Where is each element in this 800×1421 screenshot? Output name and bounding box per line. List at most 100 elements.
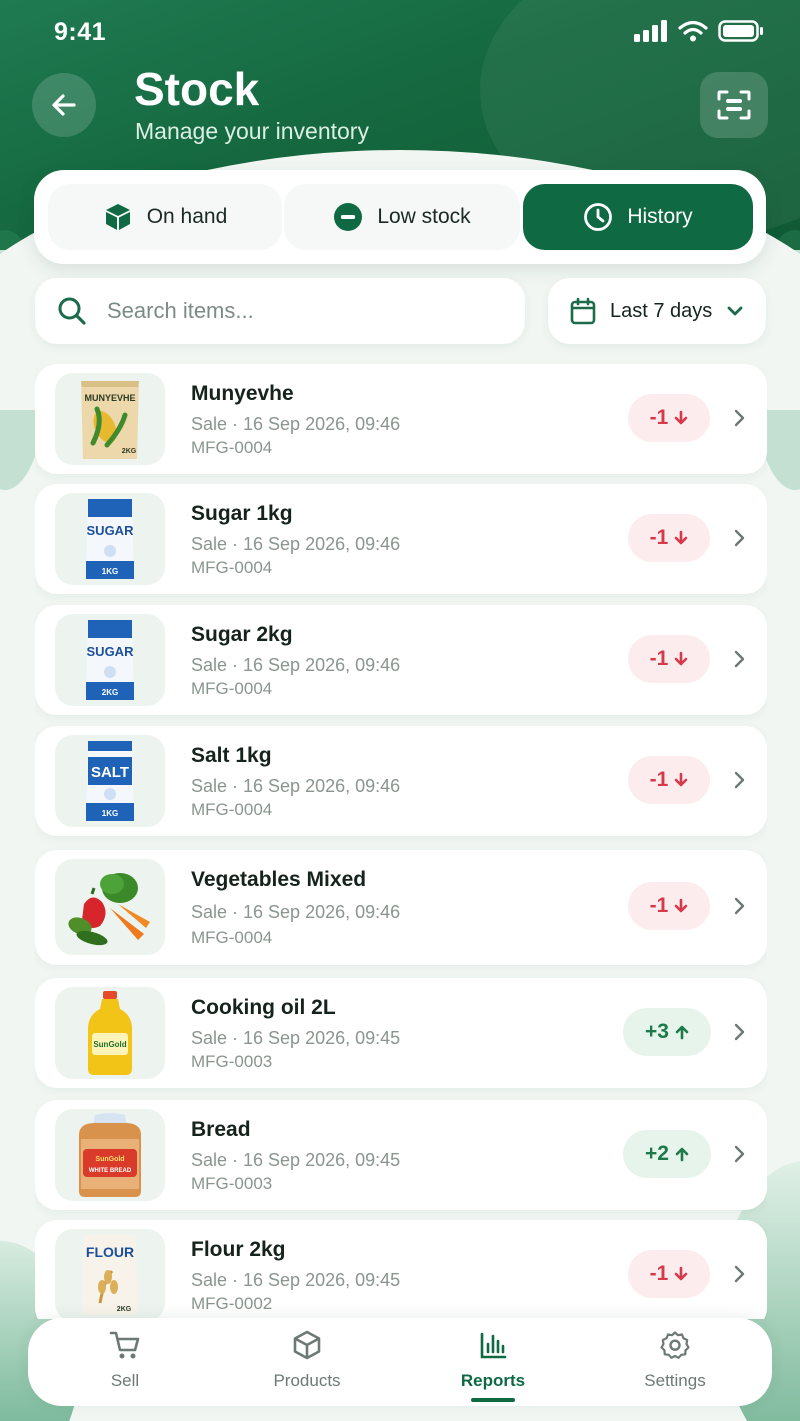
nav-products[interactable]: Products [232, 1330, 382, 1391]
tab-history[interactable]: History [523, 184, 753, 250]
list-item[interactable]: Vegetables Mixed Sale · 16 Sep 2026, 09:… [35, 850, 767, 965]
cart-icon [109, 1331, 140, 1359]
nav-label: Settings [644, 1371, 706, 1390]
search-input[interactable] [107, 292, 507, 330]
scan-button[interactable] [700, 72, 768, 138]
chevron-right-icon [734, 1265, 745, 1283]
item-meta: Sale · 16 Sep 2026, 09:46 [191, 902, 401, 922]
date-range-filter[interactable]: Last 7 days [548, 278, 766, 344]
quantity-change-badge: -1 [628, 514, 710, 562]
quantity-change: -1 [649, 894, 669, 917]
tab-on-hand[interactable]: On hand [48, 184, 282, 250]
chevron-right-icon [734, 650, 745, 668]
item-name: Vegetables Mixed [191, 868, 367, 891]
list-item[interactable]: SunGold WHITE BREAD Bread Sale · 16 Sep … [35, 1100, 767, 1210]
product-thumbnail: SunGold WHITE BREAD [55, 1109, 165, 1201]
nav-reports[interactable]: Reports [418, 1330, 568, 1391]
status-bar: 9:41 [0, 0, 800, 64]
status-icons [634, 20, 764, 42]
quantity-change-badge: +3 [623, 1008, 711, 1056]
product-thumbnail: FLOUR 2KG [55, 1229, 165, 1319]
chevron-right-icon [734, 529, 745, 547]
oil-bottle-icon: SunGold [88, 991, 132, 1075]
list-item[interactable]: SUGAR 1KG Sugar 1kg Sale · 16 Sep 2026, … [35, 484, 767, 594]
battery-icon [718, 20, 763, 42]
wifi-icon [678, 20, 708, 42]
chevron-right-icon [734, 897, 745, 915]
quantity-change-badge: -1 [628, 1250, 710, 1298]
page-title: Stock [134, 63, 260, 115]
chevron-down-icon [727, 306, 743, 316]
product-thumbnail: SUGAR 1KG [55, 493, 165, 585]
cube-icon [293, 1330, 321, 1360]
item-name: Sugar 2kg [191, 623, 293, 646]
item-reference: MFG-0004 [191, 438, 273, 457]
nav-settings[interactable]: Settings [600, 1330, 750, 1391]
salt-bag-icon: SALT 1KG [86, 741, 134, 821]
svg-text:1KG: 1KG [102, 809, 118, 818]
maize-bag-icon: MUNYEVHE 2KG [81, 381, 139, 459]
quantity-change-badge: -1 [628, 882, 710, 930]
tab-low-stock[interactable]: Low stock [284, 184, 520, 250]
product-thumbnail: SunGold [55, 987, 165, 1079]
svg-text:MUNYEVHE: MUNYEVHE [84, 393, 135, 403]
status-time: 9:41 [54, 18, 107, 46]
svg-text:FLOUR: FLOUR [86, 1244, 134, 1260]
item-name: Cooking oil 2L [191, 996, 336, 1019]
product-thumbnail: SALT 1KG [55, 735, 165, 827]
nav-label: Products [273, 1371, 341, 1390]
item-meta: Sale · 16 Sep 2026, 09:46 [191, 776, 401, 796]
item-meta: Sale · 16 Sep 2026, 09:45 [191, 1150, 401, 1170]
quantity-change: -1 [649, 768, 669, 791]
item-reference: MFG-0003 [191, 1174, 273, 1193]
search-bar [35, 278, 525, 344]
item-name: Bread [191, 1118, 251, 1141]
stock-tabs: On hand Low stock History [34, 170, 766, 264]
page-subtitle: Manage your inventory [135, 118, 369, 144]
bottom-navigation: Sell Products Reports Settings [28, 1318, 772, 1406]
box-icon [105, 204, 130, 230]
quantity-change: +2 [645, 1142, 669, 1165]
history-list: MUNYEVHE 2KG Munyevhe Sale · 16 Sep 2026… [35, 364, 767, 1319]
arrow-up-icon [675, 1025, 689, 1040]
gear-icon [660, 1331, 690, 1359]
item-name: Munyevhe [191, 382, 294, 405]
svg-text:WHITE BREAD: WHITE BREAD [89, 1168, 132, 1174]
search-icon [58, 297, 86, 325]
product-thumbnail [55, 859, 165, 955]
item-meta: Sale · 16 Sep 2026, 09:46 [191, 655, 401, 675]
list-item[interactable]: SALT 1KG Salt 1kg Sale · 16 Sep 2026, 09… [35, 726, 767, 836]
item-reference: MFG-0004 [191, 800, 273, 819]
svg-text:SUGAR: SUGAR [87, 523, 135, 538]
arrow-down-icon [675, 898, 688, 913]
quantity-change: -1 [649, 647, 669, 670]
date-filter-label: Last 7 days [610, 299, 713, 322]
signal-icon [634, 20, 667, 42]
svg-text:SUGAR: SUGAR [87, 644, 135, 659]
nav-label: Sell [110, 1371, 140, 1390]
svg-text:SALT: SALT [91, 764, 129, 781]
svg-text:2KG: 2KG [117, 1306, 132, 1313]
clock-icon [584, 203, 613, 231]
svg-text:SunGold: SunGold [95, 1156, 124, 1163]
list-item[interactable]: FLOUR 2KG Flour 2kg Sale · 16 Sep 2026, … [35, 1220, 767, 1319]
quantity-change: -1 [649, 1262, 669, 1285]
list-item[interactable]: MUNYEVHE 2KG Munyevhe Sale · 16 Sep 2026… [35, 364, 767, 474]
tab-label: History [627, 205, 693, 228]
nav-sell[interactable]: Sell [50, 1330, 200, 1391]
calendar-icon [570, 297, 596, 325]
item-reference: MFG-0004 [191, 558, 273, 577]
tab-label: Low stock [377, 205, 471, 228]
arrow-down-icon [675, 410, 688, 425]
quantity-change-badge: +2 [623, 1130, 711, 1178]
sugar-bag-icon: SUGAR 2KG [86, 620, 135, 700]
item-reference: MFG-0003 [191, 1052, 273, 1071]
item-meta: Sale · 16 Sep 2026, 09:46 [191, 414, 401, 434]
list-item[interactable]: SunGold Cooking oil 2L Sale · 16 Sep 202… [35, 978, 767, 1088]
quantity-change-badge: -1 [628, 394, 710, 442]
chevron-right-icon [734, 771, 745, 789]
arrow-left-icon [52, 94, 76, 116]
back-button[interactable] [32, 73, 96, 137]
quantity-change-badge: -1 [628, 756, 710, 804]
list-item[interactable]: SUGAR 2KG Sugar 2kg Sale · 16 Sep 2026, … [35, 605, 767, 715]
